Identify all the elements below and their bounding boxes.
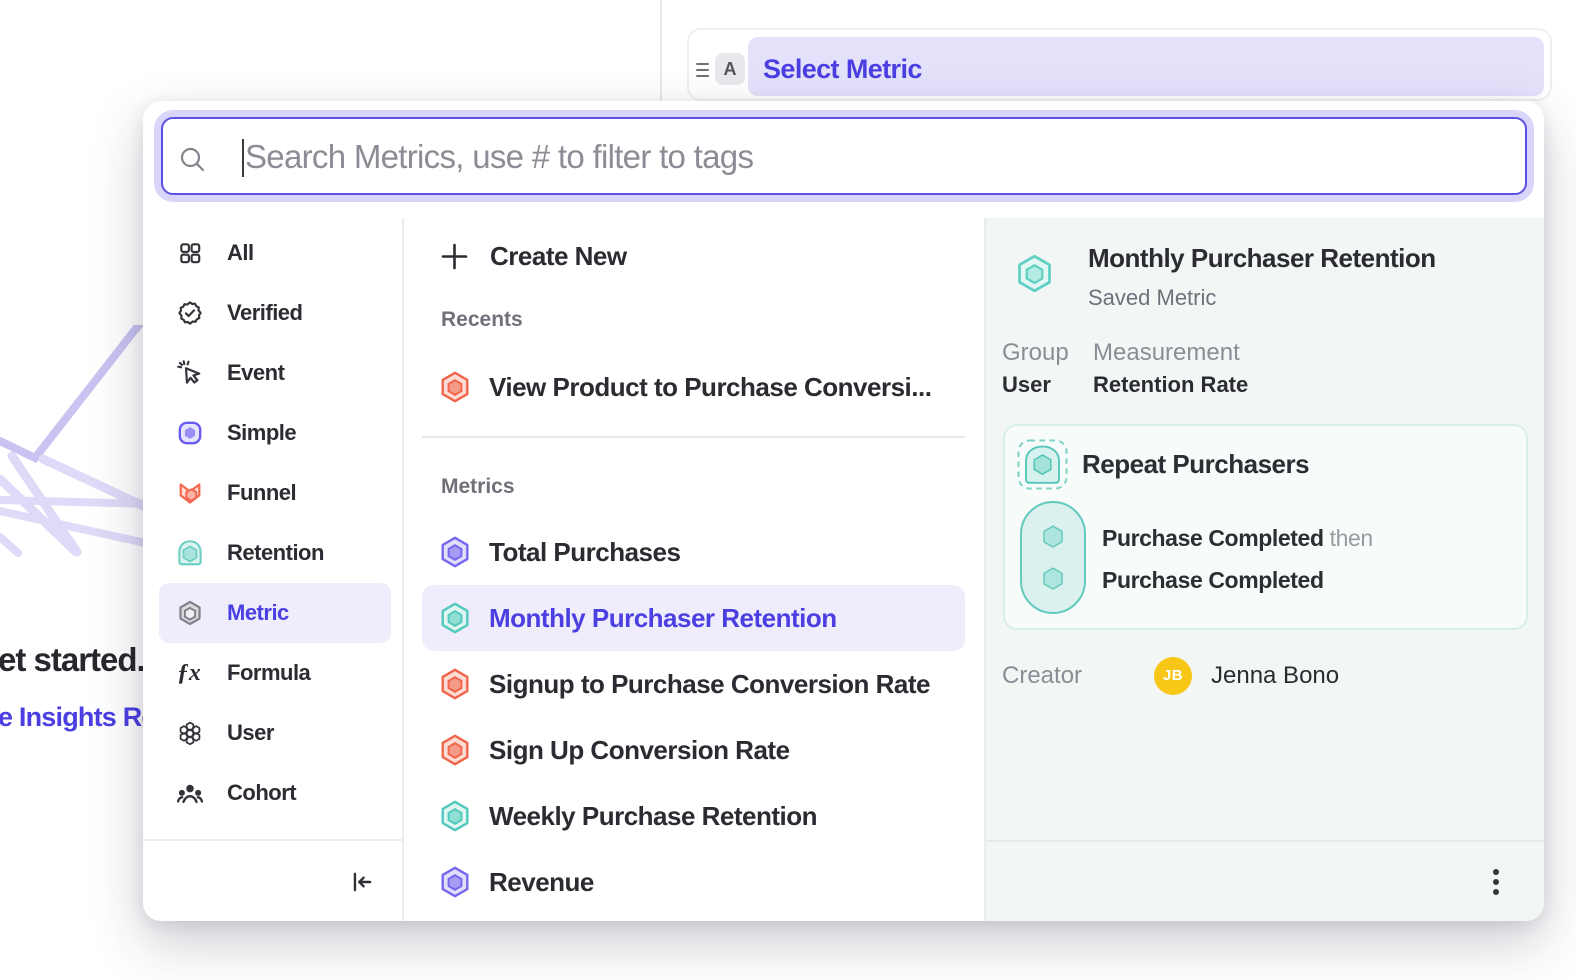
svg-text:ƒx: ƒx [177,660,201,686]
